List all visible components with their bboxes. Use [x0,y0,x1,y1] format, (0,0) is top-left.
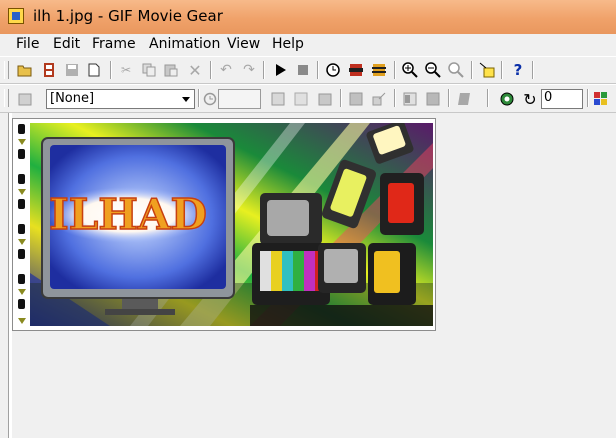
disposal-icon[interactable] [316,90,334,108]
shape-icon[interactable] [455,90,473,108]
background-icon[interactable] [292,90,310,108]
undo-icon[interactable]: ↶ [217,61,235,79]
film-strip [16,122,28,327]
window-title: ilh 1.jpg - GIF Movie Gear [33,7,223,25]
separator [263,61,265,79]
palette-editor-icon[interactable] [592,90,610,108]
cut-icon[interactable]: ✂ [117,61,135,79]
film-hole [18,174,25,184]
toolbar-grip[interactable] [4,89,9,107]
main-toolbar: ✂ ✕ ↶ ↷ ? [0,56,616,84]
menu-animation[interactable]: Animation [149,36,220,52]
animation-properties-icon[interactable] [370,61,388,79]
separator [110,61,112,79]
delete-icon[interactable]: ✕ [186,61,204,80]
palette-icon[interactable] [16,90,34,108]
separator [394,89,396,107]
stop-icon[interactable] [294,61,312,79]
palette-toolbar: [None] ↻ 0 [0,84,616,113]
menu-view[interactable]: View [227,36,260,52]
frame-marker [18,239,26,245]
film-hole [18,299,25,309]
toolbar-grip[interactable] [4,61,9,79]
remove-frame-icon[interactable] [424,90,442,108]
film-hole [18,224,25,234]
tv-caption: ILHAD [49,190,207,239]
frame-panel[interactable]: ILHAD [12,118,436,331]
offset-icon[interactable] [347,90,365,108]
film-hole [18,249,25,259]
separator [471,61,473,79]
chevron-down-icon [182,97,190,102]
separator [340,89,342,107]
frame-marker [18,289,26,295]
copy-icon[interactable] [140,61,158,79]
paste-icon[interactable] [162,61,180,79]
separator [198,89,200,107]
palette-select[interactable]: [None] [46,89,195,109]
main-tv: ILHAD [41,137,235,315]
color-icon[interactable] [498,90,516,108]
transparency-icon[interactable] [269,90,287,108]
insert-frame-icon[interactable] [401,90,419,108]
separator [532,61,534,79]
timing-icon[interactable] [324,61,342,79]
frame-marker [18,189,26,195]
frame-image[interactable]: ILHAD [30,123,433,326]
open-icon[interactable] [16,61,34,79]
separator [394,61,396,79]
film-icon[interactable] [40,61,58,79]
delay-field[interactable] [218,89,261,109]
frame-counter[interactable]: 0 [541,89,583,109]
menu-file[interactable]: File [16,36,39,52]
redo-icon[interactable]: ↷ [240,61,258,79]
frame-marker [18,318,26,324]
film-hole [18,149,25,159]
separator [487,89,489,107]
film-hole [18,124,25,134]
title-bar: ilh 1.jpg - GIF Movie Gear [0,0,616,34]
refresh-icon[interactable]: ↻ [521,90,539,109]
save-icon[interactable] [63,61,81,79]
crop-icon[interactable] [370,90,388,108]
menu-help[interactable]: Help [272,36,304,52]
menu-bar: File Edit Frame Animation View Help [0,34,616,55]
play-icon[interactable] [271,61,289,79]
zoom-out-icon[interactable] [424,61,442,79]
help-icon[interactable]: ? [509,61,527,79]
menu-frame[interactable]: Frame [92,36,136,52]
app-icon[interactable] [8,8,24,24]
delay-icon [201,90,219,108]
film-hole [18,274,25,284]
frame-marker [18,139,26,145]
separator [210,61,212,79]
new-icon[interactable] [85,61,103,79]
zoom-in-icon[interactable] [401,61,419,79]
zoom-actual-icon[interactable] [447,61,465,79]
separator [448,89,450,107]
workspace: ILHAD [0,113,616,438]
film-hole [18,199,25,209]
separator [317,61,319,79]
separator [501,61,503,79]
menu-edit[interactable]: Edit [53,36,80,52]
frame-properties-icon[interactable] [347,61,365,79]
frame-info-icon[interactable] [478,61,496,79]
separator [587,89,589,107]
